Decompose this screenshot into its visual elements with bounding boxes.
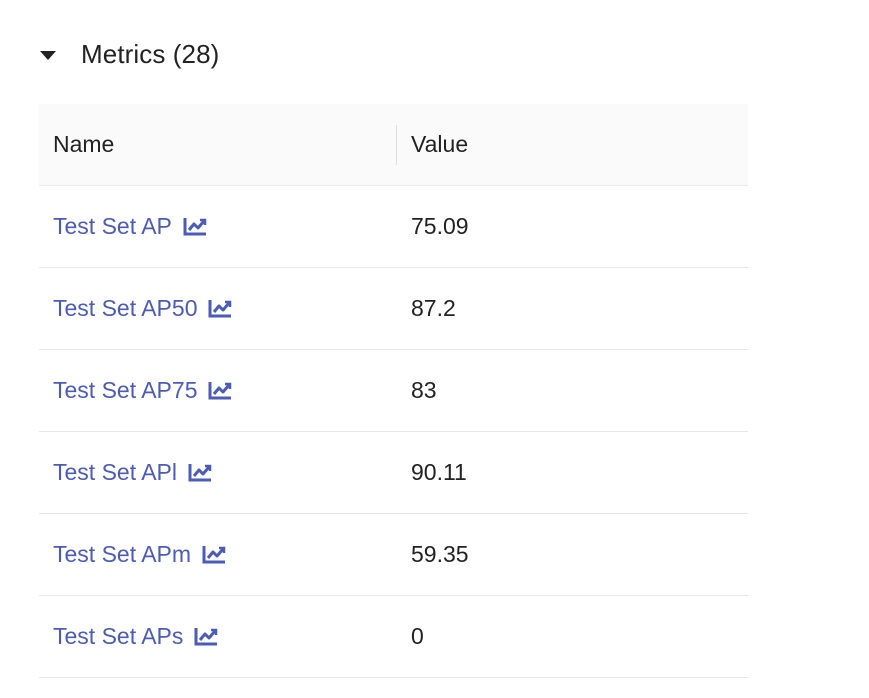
- line-chart-icon[interactable]: [194, 626, 219, 647]
- metric-link[interactable]: Test Set APl: [53, 459, 177, 486]
- metric-name-cell[interactable]: Test Set AP: [53, 213, 208, 240]
- table-row: Test Set AP50 87.2: [39, 268, 748, 350]
- section-title: Metrics (28): [81, 38, 220, 69]
- table-row: Test Set APm 59.35: [39, 514, 748, 596]
- line-chart-icon[interactable]: [208, 380, 233, 401]
- metric-value: 75.09: [411, 213, 469, 239]
- metric-name-cell[interactable]: Test Set APl: [53, 459, 213, 486]
- metric-value: 59.35: [411, 541, 469, 567]
- metrics-section-toggle[interactable]: Metrics (28): [40, 34, 219, 74]
- line-chart-icon[interactable]: [202, 544, 227, 565]
- line-chart-icon[interactable]: [183, 216, 208, 237]
- column-header-name[interactable]: Name: [53, 131, 114, 158]
- metric-value: 0: [411, 623, 424, 649]
- column-header-value[interactable]: Value: [411, 131, 468, 158]
- table-header: Name Value: [39, 104, 748, 186]
- metric-value: 83: [411, 377, 437, 403]
- metric-name-cell[interactable]: Test Set APm: [53, 541, 227, 568]
- metric-name-cell[interactable]: Test Set APs: [53, 623, 219, 650]
- line-chart-icon[interactable]: [208, 298, 233, 319]
- metric-link[interactable]: Test Set APs: [53, 623, 183, 650]
- metric-value: 87.2: [411, 295, 456, 321]
- metric-link[interactable]: Test Set AP75: [53, 377, 197, 404]
- metric-link[interactable]: Test Set AP50: [53, 295, 197, 322]
- metrics-table: Name Value Test Set AP 75.09 Test Set AP…: [39, 104, 748, 678]
- caret-down-icon[interactable]: [40, 50, 56, 60]
- metric-link[interactable]: Test Set APm: [53, 541, 191, 568]
- line-chart-icon[interactable]: [188, 462, 213, 483]
- metric-name-cell[interactable]: Test Set AP75: [53, 377, 233, 404]
- column-divider: [396, 125, 397, 165]
- table-row: Test Set AP75 83: [39, 350, 748, 432]
- table-row: Test Set AP 75.09: [39, 186, 748, 268]
- metric-value: 90.11: [411, 459, 467, 485]
- table-row: Test Set APl 90.11: [39, 432, 748, 514]
- metric-name-cell[interactable]: Test Set AP50: [53, 295, 233, 322]
- metric-link[interactable]: Test Set AP: [53, 213, 172, 240]
- table-row: Test Set APs 0: [39, 596, 748, 678]
